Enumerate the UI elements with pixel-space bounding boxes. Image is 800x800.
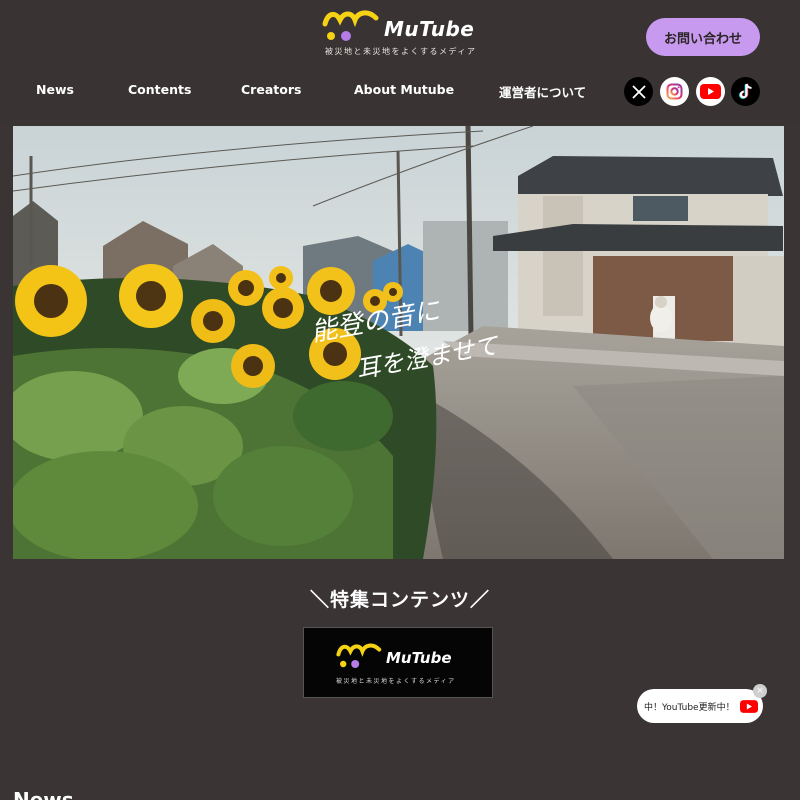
site-header: MuTube 被災地と未災地をよくするメディア お問い合わせ News Cont… <box>0 0 800 126</box>
x-icon <box>631 84 646 99</box>
hero-photo: 能登の音に 耳を澄ませて <box>13 126 784 559</box>
contact-button[interactable]: お問い合わせ <box>646 18 760 56</box>
banner-logo-text: MuTube <box>386 649 452 667</box>
logo-tagline: 被災地と未災地をよくするメディア <box>325 47 477 56</box>
nav-item-news[interactable]: News <box>36 82 74 97</box>
youtube-icon <box>739 699 758 713</box>
instagram-social-link[interactable] <box>660 77 689 106</box>
youtube-update-popup[interactable]: 中！YouTube更新中！ <box>637 689 763 723</box>
featured-section-title: ＼特集コンテンツ／ <box>309 589 490 611</box>
banner-logo-mark-icon <box>336 643 382 668</box>
logo-text: MuTube <box>384 17 475 41</box>
hero-image: 能登の音に 耳を澄ませて <box>13 126 784 559</box>
news-heading: News <box>13 788 74 800</box>
nav-item-operator[interactable]: 運営者について <box>499 82 586 101</box>
nav-item-creators[interactable]: Creators <box>241 82 301 97</box>
youtube-social-link[interactable] <box>696 77 725 106</box>
site-logo[interactable]: MuTube 被災地と未災地をよくするメディア <box>322 8 482 60</box>
banner-tagline: 被災地と未災地をよくするメディア <box>336 678 456 685</box>
youtube-popup-text: 中！YouTube更新中！ <box>644 702 735 713</box>
nav-item-contents[interactable]: Contents <box>128 82 191 97</box>
tiktok-icon <box>738 83 752 99</box>
tiktok-social-link[interactable] <box>731 77 760 106</box>
featured-content-banner[interactable]: MuTube 被災地と未災地をよくするメディア <box>303 627 493 698</box>
youtube-icon <box>700 84 721 99</box>
x-social-link[interactable] <box>624 77 653 106</box>
nav-item-about[interactable]: About Mutube <box>354 82 454 97</box>
instagram-icon <box>666 83 683 100</box>
popup-close-button[interactable]: × <box>753 684 767 698</box>
logo-mark-icon <box>322 10 379 41</box>
